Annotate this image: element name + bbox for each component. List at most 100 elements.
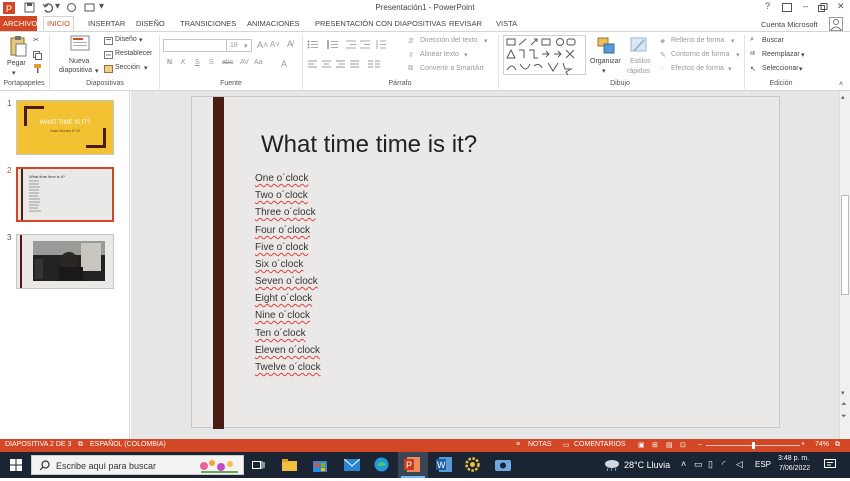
text-direction-button[interactable]: Dirección del texto xyxy=(420,37,478,44)
align-text-icon[interactable]: ⇳ xyxy=(408,51,414,59)
slide-list-item[interactable]: Ten o´clock xyxy=(255,328,306,339)
text-direction-icon[interactable]: ⇵ xyxy=(408,37,414,45)
reset-icon[interactable] xyxy=(104,51,113,59)
battery-icon[interactable]: ▯ xyxy=(708,459,713,475)
slide-list-item[interactable]: Twelve o´clock xyxy=(255,362,321,373)
scroll-up-icon[interactable]: ▴ xyxy=(841,93,845,101)
font-name-combobox[interactable] xyxy=(163,39,227,52)
comments-icon[interactable]: ▭ xyxy=(563,441,570,449)
tab-transiciones[interactable]: TRANSICIONES xyxy=(177,17,239,30)
italic-icon[interactable]: K xyxy=(181,59,186,66)
edge-browser-icon[interactable] xyxy=(374,457,389,472)
word-app-icon[interactable]: W xyxy=(436,457,452,472)
wifi-icon[interactable]: ◜ xyxy=(722,459,726,475)
paste-dropdown-icon[interactable]: ▾ xyxy=(12,69,16,77)
shape-outline-button[interactable]: Contorno de forma xyxy=(671,51,729,58)
collapse-ribbon-icon[interactable]: ˄ xyxy=(839,81,843,88)
slide-thumbnail-pane[interactable]: 1 WHAT TIME IS IT? Juan Nunez 8°10 2 Wha… xyxy=(0,91,130,439)
increase-indent-icon[interactable] xyxy=(360,40,371,49)
format-painter-icon[interactable] xyxy=(33,64,42,73)
increase-font-icon[interactable]: A˄ xyxy=(257,40,268,50)
strikethrough-icon[interactable]: abc xyxy=(222,59,233,66)
replace-icon[interactable]: ᵃᵇ xyxy=(750,51,755,58)
show-hidden-icons[interactable]: ˄ xyxy=(681,459,686,475)
columns-icon[interactable] xyxy=(368,60,380,69)
shadow-icon[interactable]: S xyxy=(209,59,214,66)
notes-button[interactable]: NOTAS xyxy=(528,441,552,448)
notifications-icon[interactable] xyxy=(824,459,836,470)
tab-presentacion[interactable]: PRESENTACIÓN CON DIAPOSITIVAS xyxy=(312,17,449,30)
slide-thumbnail-3[interactable] xyxy=(16,234,114,289)
shape-outline-dropdown-icon[interactable]: ▾ xyxy=(736,51,740,59)
account-link[interactable]: Cuenta Microsoft xyxy=(758,18,821,31)
slide-list-item[interactable]: One o´clock xyxy=(255,173,308,184)
scroll-thumb[interactable] xyxy=(841,195,849,295)
find-icon[interactable]: ⌕ xyxy=(750,36,754,44)
slide-thumbnail-2-selected[interactable]: What time time is it? xyxy=(16,167,114,222)
notes-icon[interactable]: ≡ xyxy=(516,441,520,448)
slide-thumbnail-1[interactable]: WHAT TIME IS IT? Juan Nunez 8°10 xyxy=(16,100,114,155)
vertical-scrollbar[interactable]: ▴ ▾ ⏶ ⏷ xyxy=(839,91,850,439)
taskbar-search-box[interactable]: Escribe aquí para buscar xyxy=(31,455,244,475)
paste-button[interactable]: Pegar xyxy=(7,60,26,67)
tab-vista[interactable]: VISTA xyxy=(493,17,520,30)
store-icon[interactable] xyxy=(313,458,327,472)
shape-outline-icon[interactable]: ✎ xyxy=(660,51,666,59)
language-indicator[interactable]: ESPAÑOL (COLOMBIA) xyxy=(90,441,166,448)
new-slide-icon[interactable] xyxy=(70,35,90,53)
paste-icon[interactable] xyxy=(8,36,28,58)
close-button[interactable]: ✕ xyxy=(837,1,845,12)
align-right-icon[interactable] xyxy=(336,60,346,69)
slideshow-view-icon[interactable]: ⊡ xyxy=(680,441,686,449)
clock-date[interactable]: 7/06/2022 xyxy=(779,465,810,481)
next-slide-icon[interactable]: ⏷ xyxy=(841,413,847,421)
file-explorer-icon[interactable] xyxy=(282,458,297,471)
underline-icon[interactable]: S xyxy=(195,59,200,66)
tab-animaciones[interactable]: ANIMACIONES xyxy=(244,17,303,30)
new-slide-button-line1[interactable]: Nueva xyxy=(69,58,89,65)
fit-slide-icon[interactable]: ⧉ xyxy=(835,441,840,449)
network-icon[interactable]: ▭ xyxy=(694,459,703,475)
character-spacing-icon[interactable]: AV xyxy=(240,59,249,66)
help-button[interactable]: ? xyxy=(765,1,770,11)
font-size-dropdown-icon[interactable]: ▾ xyxy=(244,42,248,50)
text-direction-dropdown-icon[interactable]: ▾ xyxy=(484,37,488,45)
align-left-icon[interactable] xyxy=(308,60,318,69)
change-case-icon[interactable]: Aa xyxy=(254,59,263,66)
slide-list-item[interactable]: Five o´clock xyxy=(255,242,308,253)
weather-status[interactable]: 28°C Lluvia xyxy=(624,460,670,476)
reset-button[interactable]: Restablecer xyxy=(115,50,152,57)
slide-list-item[interactable]: Six o´clock xyxy=(255,259,303,270)
powerpoint-app-icon[interactable]: P xyxy=(404,457,420,472)
layout-dropdown-icon[interactable]: ▾ xyxy=(139,36,143,44)
align-text-button[interactable]: Alinear texto xyxy=(420,51,459,58)
section-button[interactable]: Sección xyxy=(115,64,140,71)
new-slide-dropdown-icon[interactable]: ▾ xyxy=(95,67,99,75)
arrange-dropdown-icon[interactable]: ▾ xyxy=(602,67,606,75)
shapes-gallery[interactable] xyxy=(503,35,586,76)
layout-button[interactable]: Diseño xyxy=(115,36,137,43)
undo-dropdown-icon[interactable]: ▾ xyxy=(55,1,60,12)
restore-button[interactable] xyxy=(818,3,828,12)
replace-dropdown-icon[interactable]: ▾ xyxy=(801,51,805,59)
scroll-down-icon[interactable]: ▾ xyxy=(841,389,845,397)
slide-list-item[interactable]: Eight o´clock xyxy=(255,293,312,304)
proofing-icon[interactable]: ⧉ xyxy=(78,441,83,449)
decrease-font-icon[interactable]: A˅ xyxy=(270,40,280,49)
slide-list-item[interactable]: Four o´clock xyxy=(255,225,310,236)
tab-revisar[interactable]: REVISAR xyxy=(446,17,485,30)
tab-inicio[interactable]: INICIO xyxy=(43,16,74,31)
undo-icon[interactable] xyxy=(42,2,53,13)
windows-start-icon[interactable] xyxy=(10,459,22,471)
numbering-icon[interactable] xyxy=(327,40,339,49)
mail-icon[interactable] xyxy=(344,459,360,471)
justify-icon[interactable] xyxy=(350,60,360,69)
zoom-slider-thumb[interactable] xyxy=(752,442,755,449)
select-button[interactable]: Seleccionar xyxy=(762,65,799,72)
decrease-indent-icon[interactable] xyxy=(346,40,357,49)
arrange-button[interactable]: Organizar xyxy=(590,58,621,65)
volume-icon[interactable]: ◁ xyxy=(736,459,743,475)
zoom-in-icon[interactable]: + xyxy=(801,441,805,448)
find-button[interactable]: Buscar xyxy=(762,37,784,44)
task-view-icon[interactable] xyxy=(252,459,265,471)
